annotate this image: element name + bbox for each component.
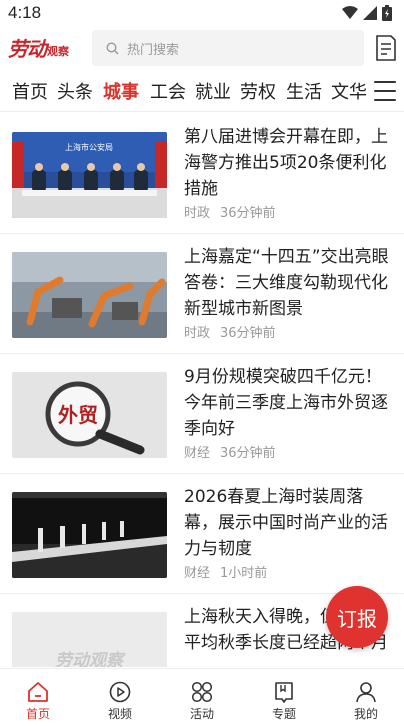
tab-menu-icon[interactable] [374, 81, 396, 101]
news-category: 财经 [184, 566, 211, 581]
news-time: 1小时前 [220, 566, 268, 581]
news-category: 时政 [184, 206, 211, 221]
bottom-nav: 首页 视频 活动 专题 我的 [0, 668, 404, 726]
battery-icon [382, 5, 392, 21]
news-category: 财经 [184, 446, 211, 461]
tab-culture[interactable]: 文华 [331, 78, 367, 104]
tab-union[interactable]: 工会 [150, 78, 186, 104]
status-bar: 4:18 [0, 0, 404, 26]
tab-life[interactable]: 生活 [286, 78, 322, 104]
placeholder-thumbnail: 劳动观察 [12, 612, 167, 667]
list-item[interactable]: 上海嘉定“十四五”交出亮眼答卷：三大维度勾勒现代化新型城市新图景 时政 36分钟前 [0, 234, 404, 354]
search-placeholder: 热门搜索 [127, 42, 180, 58]
placeholder-logo: 劳动观察 [55, 651, 126, 667]
news-title: 上海嘉定“十四五”交出亮眼答卷：三大维度勾勒现代化新型城市新图景 [184, 247, 389, 319]
epaper-button[interactable] [374, 34, 398, 62]
nav-label: 首页 [25, 707, 50, 721]
list-item[interactable]: 上海市公安局 第八届进博会开幕在即，上海警方推出5项20条便利化措施 时政 36… [0, 114, 404, 234]
search-icon [106, 41, 119, 55]
tab-home[interactable]: 首页 [12, 78, 48, 104]
nav-video[interactable]: 视频 [88, 681, 152, 725]
app-logo[interactable]: 劳动 观察 [8, 32, 69, 62]
tab-labor-rights[interactable]: 劳权 [240, 78, 276, 104]
bookmark-icon [275, 682, 293, 703]
list-item[interactable]: 2026春夏上海时装周落幕，展示中国时尚产业的活力与韧度 财经 1小时前 [0, 474, 404, 594]
tab-city[interactable]: 城事 [103, 78, 139, 104]
news-title: 第八届进博会开幕在即，上海警方推出5项20条便利化措施 [184, 127, 388, 199]
tab-headlines[interactable]: 头条 [57, 78, 93, 104]
nav-label: 我的 [353, 707, 378, 721]
news-meta: 财经 1小时前 [184, 562, 267, 581]
nav-label: 活动 [189, 707, 214, 721]
status-icons [342, 5, 392, 21]
app-header: 劳动 观察 热门搜索 [0, 26, 404, 70]
grid-icon [191, 681, 213, 703]
tab-employment[interactable]: 就业 [195, 78, 231, 104]
fashion-runway-thumbnail [12, 492, 167, 578]
nav-home[interactable]: 首页 [6, 681, 70, 725]
news-meta: 时政 36分钟前 [184, 202, 276, 221]
list-item[interactable]: 外贸 9月份规模突破四千亿元！今年前三季度上海市外贸逐季向好 财经 36分钟前 [0, 354, 404, 474]
signal-icon [363, 6, 377, 20]
logo-sub-text: 观察 [47, 45, 69, 58]
news-title: 9月份规模突破四千亿元！今年前三季度上海市外贸逐季向好 [184, 367, 388, 439]
magnifier-thumbnail: 外贸 [12, 372, 167, 458]
subscribe-button[interactable]: 订报 [326, 586, 388, 648]
home-icon [28, 682, 48, 702]
wifi-icon [342, 6, 358, 19]
status-time: 4:18 [8, 3, 42, 22]
press-conference-thumbnail: 上海市公安局 [12, 132, 167, 218]
news-time: 36分钟前 [220, 206, 276, 221]
logo-main-text: 劳动 [8, 37, 47, 61]
play-icon [109, 681, 131, 703]
thumb-caption: 外贸 [58, 403, 98, 427]
user-icon [356, 682, 376, 703]
nav-activities[interactable]: 活动 [170, 681, 234, 725]
news-time: 36分钟前 [220, 446, 276, 461]
document-icon [376, 35, 396, 61]
nav-topics[interactable]: 专题 [252, 681, 316, 725]
news-category: 时政 [184, 326, 211, 341]
news-meta: 时政 36分钟前 [184, 322, 276, 341]
search-input[interactable]: 热门搜索 [92, 30, 364, 66]
news-time: 36分钟前 [220, 326, 276, 341]
thumb-caption: 上海市公安局 [65, 142, 113, 152]
nav-label: 专题 [271, 707, 296, 721]
category-tabs: 首页 头条 城事 工会 就业 劳权 生活 文华 [0, 72, 404, 112]
news-title: 2026春夏上海时装周落幕，展示中国时尚产业的活力与韧度 [184, 487, 388, 559]
nav-label: 视频 [107, 707, 132, 721]
robot-factory-thumbnail [12, 252, 167, 338]
news-meta: 财经 36分钟前 [184, 442, 276, 461]
nav-profile[interactable]: 我的 [334, 681, 398, 725]
news-list: 上海市公安局 第八届进博会开幕在即，上海警方推出5项20条便利化措施 时政 36… [0, 114, 404, 667]
